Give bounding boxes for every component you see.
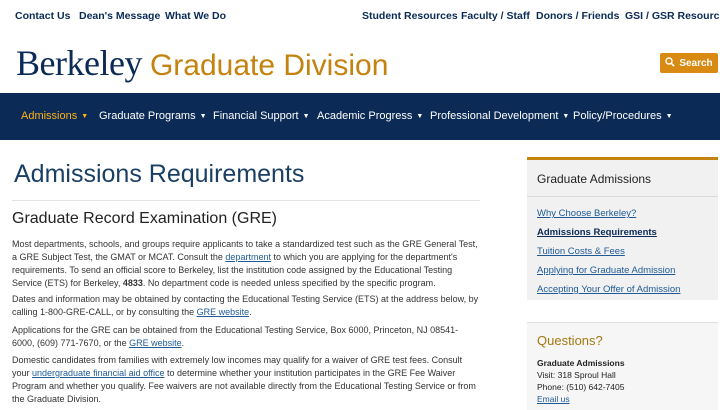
nav-item-admissions[interactable]: Admissions ▼ bbox=[21, 93, 88, 140]
chevron-down-icon: ▼ bbox=[199, 113, 207, 120]
page-title: Admissions Requirements bbox=[14, 160, 305, 188]
sidebar-title: Graduate Admissions bbox=[537, 172, 652, 186]
title-divider bbox=[12, 200, 480, 201]
sidebar-link-accepting-offer[interactable]: Accepting Your Offer of Admission bbox=[537, 284, 680, 295]
utility-link-contact-us[interactable]: Contact Us bbox=[15, 10, 70, 22]
gre-website-link[interactable]: GRE website bbox=[197, 307, 250, 317]
questions-visit: Visit: 318 Sproul Hall bbox=[537, 370, 616, 380]
site-logo[interactable]: Berkeley Graduate Division bbox=[16, 42, 388, 84]
institution-code: 4833 bbox=[122, 278, 143, 288]
financial-aid-office-link[interactable]: undergraduate financial aid office bbox=[32, 368, 164, 378]
sidebar-link-why-choose-berkeley[interactable]: Why Choose Berkeley? bbox=[537, 208, 636, 219]
paragraph-gre-requirements: Most departments, schools, and groups re… bbox=[12, 239, 478, 288]
email-us-link[interactable]: Email us bbox=[537, 394, 570, 404]
chevron-down-icon: ▼ bbox=[665, 113, 673, 120]
utility-link-what-we-do[interactable]: What We Do bbox=[165, 10, 226, 22]
sidebar-link-admissions-requirements[interactable]: Admissions Requirements bbox=[537, 227, 657, 238]
chevron-down-icon: ▼ bbox=[416, 113, 424, 120]
logo-berkeley-wordmark: Berkeley bbox=[16, 43, 142, 83]
nav-item-graduate-programs[interactable]: Graduate Programs ▼ bbox=[99, 93, 207, 140]
paragraph-gre-applications: Applications for the GRE can be obtained… bbox=[12, 325, 459, 348]
sidebar-questions: Questions? Graduate Admissions Visit: 31… bbox=[527, 322, 718, 410]
questions-title: Questions? bbox=[537, 333, 603, 348]
search-button[interactable]: Search bbox=[660, 53, 718, 73]
paragraph-fee-waiver: Domestic candidates from families with e… bbox=[12, 355, 476, 404]
nav-item-label: Graduate Programs bbox=[99, 110, 196, 122]
sidebar-link-applying-for-admission[interactable]: Applying for Graduate Admission bbox=[537, 265, 675, 276]
search-button-label: Search bbox=[679, 57, 713, 69]
nav-item-label: Academic Progress bbox=[317, 110, 413, 122]
section-title-gre: Graduate Record Examination (GRE) bbox=[12, 210, 277, 227]
nav-item-label: Admissions bbox=[21, 110, 78, 122]
department-link[interactable]: department bbox=[225, 252, 271, 262]
nav-item-policy-procedures[interactable]: Policy/Procedures ▼ bbox=[573, 93, 673, 140]
utility-link-deans-message[interactable]: Dean's Message bbox=[79, 10, 160, 22]
nav-item-label: Professional Development bbox=[430, 110, 559, 122]
sidebar-divider bbox=[527, 196, 718, 197]
utility-link-gsi-gsr-resources[interactable]: GSI / GSR Resources bbox=[625, 10, 720, 22]
chevron-down-icon: ▼ bbox=[562, 113, 570, 120]
utility-link-donors-friends[interactable]: Donors / Friends bbox=[536, 10, 619, 22]
utility-nav: Contact Us Dean's Message What We Do Stu… bbox=[0, 0, 720, 32]
nav-item-label: Policy/Procedures bbox=[573, 110, 662, 122]
nav-item-financial-support[interactable]: Financial Support ▼ bbox=[213, 93, 310, 140]
chevron-down-icon: ▼ bbox=[81, 113, 89, 120]
questions-phone: Phone: (510) 642-7405 bbox=[537, 382, 625, 392]
paragraph-gre-dates: Dates and information may be obtained by… bbox=[12, 294, 479, 317]
utility-link-student-resources[interactable]: Student Resources bbox=[362, 10, 458, 22]
chevron-down-icon: ▼ bbox=[302, 113, 310, 120]
nav-item-label: Financial Support bbox=[213, 110, 299, 122]
questions-office: Graduate Admissions bbox=[537, 358, 625, 368]
sidebar-link-tuition-costs-fees[interactable]: Tuition Costs & Fees bbox=[537, 246, 625, 257]
gre-website-link-2[interactable]: GRE website bbox=[129, 338, 182, 348]
logo-graduate-division: Graduate Division bbox=[149, 49, 389, 82]
utility-link-faculty-staff[interactable]: Faculty / Staff bbox=[461, 10, 530, 22]
main-nav: Admissions ▼ Graduate Programs ▼ Financial… bbox=[0, 93, 720, 140]
sidebar-graduate-admissions: Graduate Admissions Why Choose Berkeley?… bbox=[527, 157, 718, 300]
nav-item-professional-development[interactable]: Professional Development ▼ bbox=[430, 93, 569, 140]
nav-item-academic-progress[interactable]: Academic Progress ▼ bbox=[317, 93, 423, 140]
search-icon bbox=[665, 56, 676, 70]
